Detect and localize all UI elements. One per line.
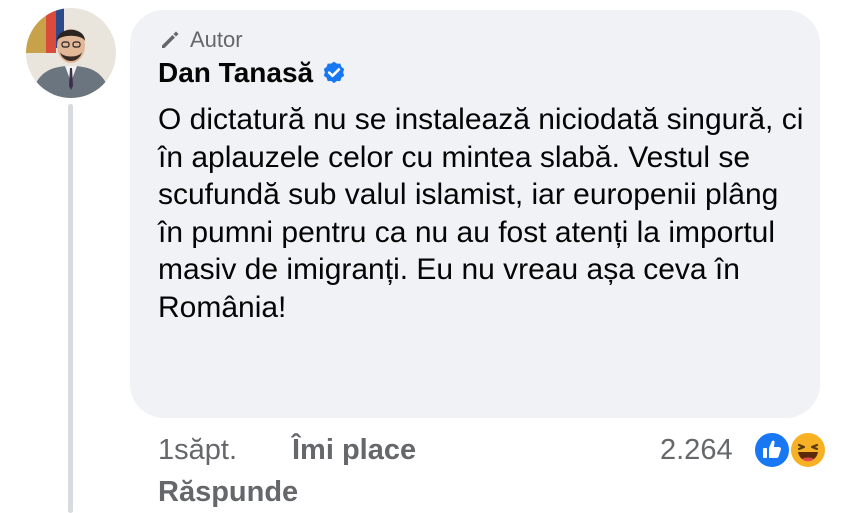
pencil-icon xyxy=(162,31,179,48)
comment-text: O dictatură nu se instalează niciodată s… xyxy=(158,103,804,324)
comment-time[interactable]: 1săpt. xyxy=(158,432,237,468)
comment-screen: Autor Dan Tanasă O dictatură nu se insta… xyxy=(0,0,850,513)
avatar[interactable] xyxy=(26,8,116,98)
avatar-photo xyxy=(26,8,116,98)
author-badge: Autor xyxy=(158,27,243,53)
author-badge-label: Autor xyxy=(190,27,243,52)
reaction-icons[interactable] xyxy=(752,430,828,470)
haha-icon xyxy=(789,431,827,469)
like-icon xyxy=(753,431,791,469)
reply-button[interactable]: Răspunde xyxy=(158,474,298,510)
author-row: Dan Tanasă xyxy=(158,56,347,90)
author-name[interactable]: Dan Tanasă xyxy=(158,56,313,90)
thread-line xyxy=(68,104,73,513)
verified-badge-icon xyxy=(323,61,345,84)
like-button[interactable]: Îmi place xyxy=(292,432,416,468)
reaction-count[interactable]: 2.264 xyxy=(660,432,733,468)
comment-bubble: Autor Dan Tanasă O dictatură nu se insta… xyxy=(130,10,820,418)
